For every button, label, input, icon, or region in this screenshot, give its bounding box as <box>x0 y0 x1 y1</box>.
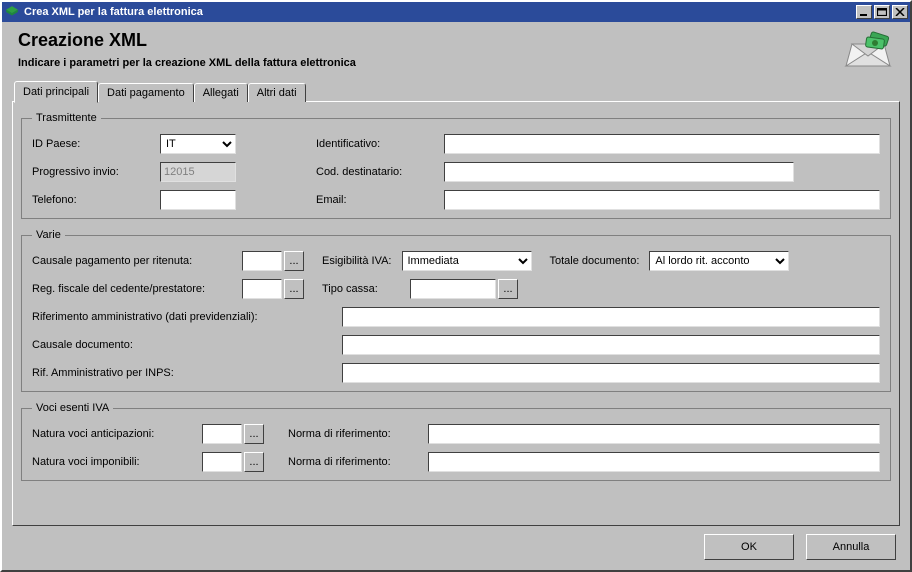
input-email[interactable] <box>444 190 880 210</box>
label-natura-imponibili: Natura voci imponibili: <box>32 456 192 468</box>
input-tipo-cassa[interactable] <box>410 279 496 299</box>
label-causale-ritenuta: Causale pagamento per ritenuta: <box>32 255 232 267</box>
label-norma-riferimento-1: Norma di riferimento: <box>288 428 418 440</box>
label-cod-destinatario: Cod. destinatario: <box>316 166 434 178</box>
label-rif-amm-inps: Rif. Amministrativo per INPS: <box>32 367 332 379</box>
label-totale-documento: Totale documento: <box>550 255 640 267</box>
label-esigibilita-iva: Esigibilità IVA: <box>322 255 392 267</box>
label-id-paese: ID Paese: <box>32 138 150 150</box>
window-title: Crea XML per la fattura elettronica <box>24 6 856 18</box>
maximize-button[interactable] <box>874 5 890 19</box>
label-rif-amm-prev: Riferimento amministrativo (dati previde… <box>32 311 332 323</box>
label-natura-anticipazioni: Natura voci anticipazioni: <box>32 428 192 440</box>
tabs: Dati principali Dati pagamento Allegati … <box>12 80 900 102</box>
label-causale-documento: Causale documento: <box>32 339 332 351</box>
envelope-money-icon <box>842 30 894 70</box>
ok-button[interactable]: OK <box>704 534 794 560</box>
label-reg-fiscale: Reg. fiscale del cedente/prestatore: <box>32 283 232 295</box>
label-email: Email: <box>316 194 434 206</box>
legend-voci-esenti: Voci esenti IVA <box>32 402 113 414</box>
dialog-header: Creazione XML Indicare i parametri per l… <box>2 22 910 74</box>
input-norma-riferimento-1[interactable] <box>428 424 880 444</box>
input-causale-documento[interactable] <box>342 335 880 355</box>
lookup-reg-fiscale[interactable]: ... <box>284 279 304 299</box>
legend-trasmittente: Trasmittente <box>32 112 101 124</box>
input-rif-amm-inps[interactable] <box>342 363 880 383</box>
app-window: Crea XML per la fattura elettronica Crea… <box>0 0 912 572</box>
cancel-button[interactable]: Annulla <box>806 534 896 560</box>
lookup-tipo-cassa[interactable]: ... <box>498 279 518 299</box>
page-subtitle: Indicare i parametri per la creazione XM… <box>18 57 356 69</box>
input-natura-imponibili[interactable] <box>202 452 242 472</box>
tab-altri-dati[interactable]: Altri dati <box>248 83 306 102</box>
fieldset-voci-esenti: Voci esenti IVA Natura voci anticipazion… <box>21 402 891 481</box>
tabpanel-dati-principali: Trasmittente ID Paese: IT Identificativo… <box>12 101 900 526</box>
lookup-natura-anticipazioni[interactable]: ... <box>244 424 264 444</box>
input-rif-amm-prev[interactable] <box>342 307 880 327</box>
legend-varie: Varie <box>32 229 65 241</box>
input-reg-fiscale[interactable] <box>242 279 282 299</box>
input-causale-ritenuta[interactable] <box>242 251 282 271</box>
tab-dati-pagamento[interactable]: Dati pagamento <box>98 83 194 102</box>
tab-dati-principali[interactable]: Dati principali <box>14 81 98 103</box>
input-identificativo[interactable] <box>444 134 880 154</box>
label-tipo-cassa: Tipo cassa: <box>322 283 400 295</box>
titlebar: Crea XML per la fattura elettronica <box>2 2 910 22</box>
label-norma-riferimento-2: Norma di riferimento: <box>288 456 418 468</box>
label-telefono: Telefono: <box>32 194 150 206</box>
input-norma-riferimento-2[interactable] <box>428 452 880 472</box>
select-esigibilita-iva[interactable]: Immediata <box>402 251 532 271</box>
select-totale-documento[interactable]: Al lordo rit. acconto <box>649 251 789 271</box>
select-id-paese[interactable]: IT <box>160 134 236 154</box>
input-cod-destinatario[interactable] <box>444 162 794 182</box>
minimize-button[interactable] <box>856 5 872 19</box>
label-identificativo: Identificativo: <box>316 138 434 150</box>
app-icon <box>4 4 20 20</box>
lookup-causale-ritenuta[interactable]: ... <box>284 251 304 271</box>
page-title: Creazione XML <box>18 30 356 51</box>
input-telefono[interactable] <box>160 190 236 210</box>
lookup-natura-imponibili[interactable]: ... <box>244 452 264 472</box>
close-button[interactable] <box>892 5 908 19</box>
fieldset-trasmittente: Trasmittente ID Paese: IT Identificativo… <box>21 112 891 219</box>
input-progressivo <box>160 162 236 182</box>
label-progressivo: Progressivo invio: <box>32 166 150 178</box>
fieldset-varie: Varie Causale pagamento per ritenuta: ..… <box>21 229 891 392</box>
input-natura-anticipazioni[interactable] <box>202 424 242 444</box>
tab-allegati[interactable]: Allegati <box>194 83 248 102</box>
